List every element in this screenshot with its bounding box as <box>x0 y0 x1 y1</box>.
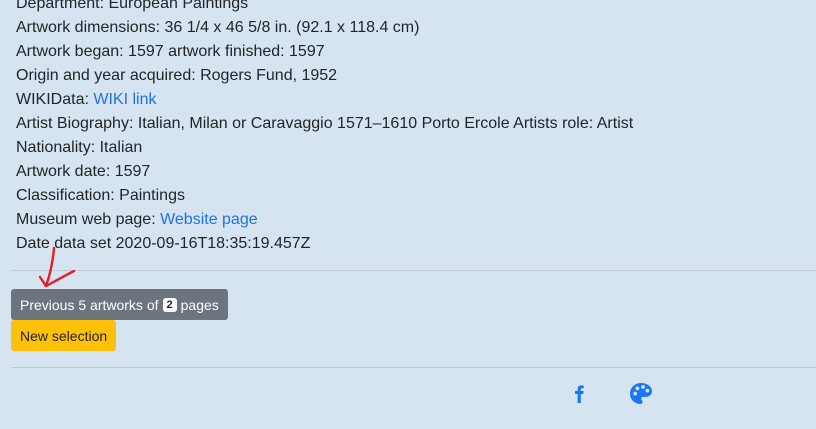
wiki-link[interactable]: WIKI link <box>93 91 156 108</box>
pages-label: pages <box>180 296 219 313</box>
detail-began-finished: Artwork began: 1597 artwork finished: 15… <box>16 43 325 60</box>
detail-dimensions: Artwork dimensions: 36 1/4 x 46 5/8 in. … <box>16 19 420 36</box>
detail-department: Department: European Paintings <box>16 0 249 12</box>
detail-museum-web-page: Museum web page: Website page <box>16 211 258 228</box>
annotation-arrow-icon <box>38 246 76 288</box>
artwork-details-list: Department: European Paintings Artwork d… <box>16 0 633 256</box>
divider <box>11 270 816 271</box>
new-selection-button[interactable]: New selection <box>11 320 117 351</box>
facebook-icon[interactable] <box>568 381 588 407</box>
new-selection-label: New selection <box>20 327 108 344</box>
detail-origin: Origin and year acquired: Rogers Fund, 1… <box>16 67 338 84</box>
footer-divider <box>11 367 816 368</box>
page-count-badge: 2 <box>162 297 177 312</box>
detail-wikidata: WIKIData: WIKI link <box>16 91 157 108</box>
detail-artwork-date: Artwork date: 1597 <box>16 163 151 180</box>
detail-classification: Classification: Paintings <box>16 187 185 204</box>
palette-icon[interactable] <box>628 381 654 407</box>
detail-nationality: Nationality: Italian <box>16 139 143 156</box>
page: Department: European Paintings Artwork d… <box>0 0 816 429</box>
previous-artworks-button[interactable]: Previous 5 artworks of 2 pages <box>11 289 228 320</box>
website-link[interactable]: Website page <box>160 211 258 228</box>
detail-artist-biography: Artist Biography: Italian, Milan or Cara… <box>16 115 634 132</box>
detail-date-data-set: Date data set 2020-09-16T18:35:19.457Z <box>16 235 311 252</box>
previous-artworks-label: Previous 5 artworks of <box>20 296 159 313</box>
